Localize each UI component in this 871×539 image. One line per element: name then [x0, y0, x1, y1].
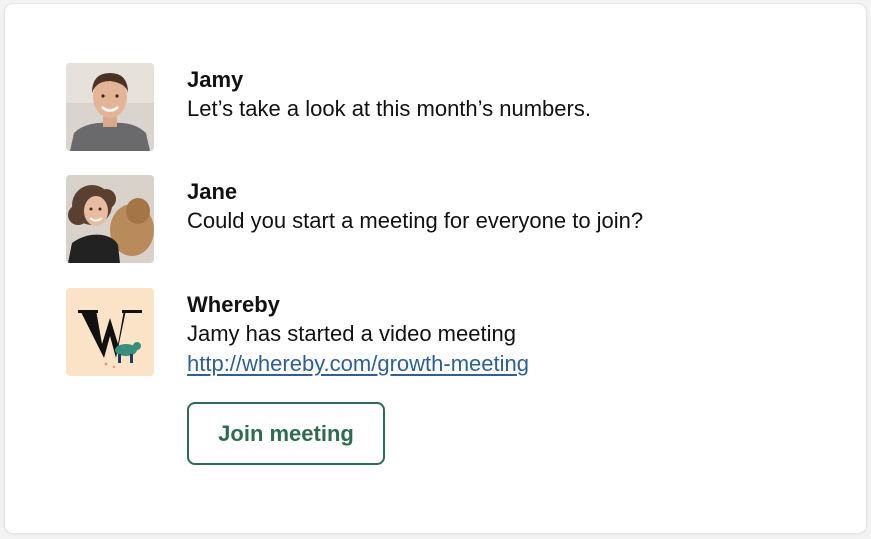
avatar[interactable] [66, 63, 154, 151]
join-meeting-button[interactable]: Join meeting [187, 402, 385, 465]
avatar[interactable] [66, 175, 154, 263]
jamy-avatar-image [66, 63, 154, 151]
message-body: Jane Could you start a meeting for every… [187, 178, 643, 236]
message-jamy: Jamy Let’s take a look at this month’s n… [66, 63, 591, 151]
message-jane: Jane Could you start a meeting for every… [66, 175, 643, 263]
message-body: Whereby Jamy has started a video meeting… [187, 291, 529, 465]
message-text: Jamy has started a video meeting [187, 321, 516, 346]
message-author: Whereby [187, 292, 280, 317]
message-text: Could you start a meeting for everyone t… [187, 208, 644, 233]
message-text: Let’s take a look at this month’s number… [187, 96, 591, 121]
jane-avatar-image [66, 175, 154, 263]
message-body: Jamy Let’s take a look at this month’s n… [187, 66, 591, 124]
meeting-link[interactable]: http://whereby.com/growth-meeting [187, 349, 529, 379]
avatar[interactable] [66, 288, 154, 376]
message-author: Jamy [187, 67, 244, 92]
whereby-logo-icon [66, 288, 154, 376]
message-author: Jane [187, 179, 238, 204]
chat-card: Jamy Let’s take a look at this month’s n… [4, 3, 867, 534]
message-whereby: Whereby Jamy has started a video meeting… [66, 288, 529, 465]
